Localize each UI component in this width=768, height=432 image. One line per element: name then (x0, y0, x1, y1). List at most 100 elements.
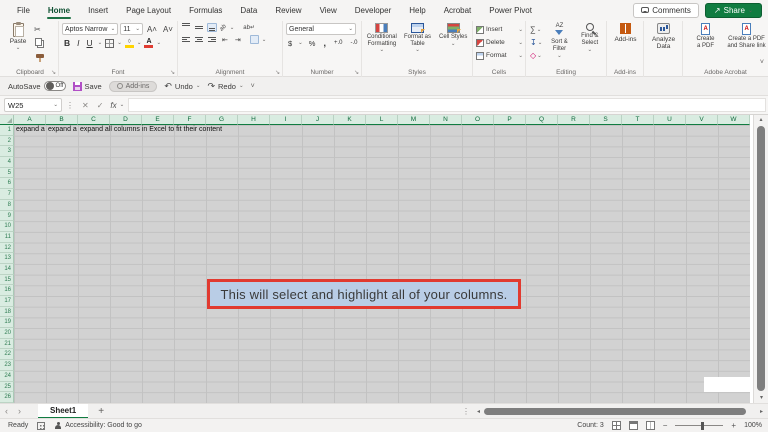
shrink-font-button[interactable]: A˅ (161, 25, 175, 34)
scroll-left-icon[interactable]: ◂ (474, 408, 483, 415)
comments-button[interactable]: Comments (633, 3, 699, 18)
active-cell-w25[interactable] (704, 377, 753, 392)
autosave-control[interactable]: AutoSave Off (8, 81, 66, 91)
merge-center-button[interactable] (250, 35, 259, 44)
column-header-e[interactable]: E (142, 115, 174, 125)
menu-tab-help[interactable]: Help (400, 0, 434, 20)
percent-style-button[interactable]: % (307, 39, 318, 48)
scroll-right-icon[interactable]: ▸ (757, 408, 766, 415)
redo-button[interactable]: ↷ Redo ⌄ (207, 81, 243, 92)
zoom-slider-thumb[interactable] (701, 422, 704, 430)
column-header-s[interactable]: S (590, 115, 622, 125)
format-cells-button[interactable]: Format ⌄ (476, 49, 523, 62)
row-header-21[interactable]: 21 (0, 339, 14, 350)
cell-b1[interactable]: expand al (46, 125, 77, 136)
row-header-25[interactable]: 25 (0, 382, 14, 393)
next-sheet-icon[interactable]: › (13, 406, 26, 416)
copy-button[interactable] (33, 36, 47, 49)
zoom-slider[interactable] (675, 425, 723, 426)
column-header-n[interactable]: N (430, 115, 462, 125)
row-header-5[interactable]: 5 (0, 168, 14, 179)
decrease-decimal-button[interactable]: -.0 (348, 40, 359, 46)
cell-a1[interactable]: expand al (14, 125, 45, 136)
addins-button[interactable]: Add-ins (610, 23, 641, 43)
clear-button[interactable]: ◇⌄ (529, 49, 543, 62)
row-header-24[interactable]: 24 (0, 371, 14, 382)
column-header-o[interactable]: O (462, 115, 494, 125)
insert-function-button[interactable]: fx (107, 101, 119, 110)
column-header-p[interactable]: P (494, 115, 526, 125)
wrap-text-button[interactable]: ab↵ (243, 24, 255, 31)
align-bottom-button[interactable] (207, 23, 217, 32)
scroll-down-icon[interactable]: ▾ (754, 393, 768, 403)
format-as-table-button[interactable]: Format as Table ⌄ (401, 23, 435, 67)
font-size-combo[interactable]: 11 ⌄ (120, 23, 143, 35)
align-left-button[interactable] (181, 35, 191, 44)
sheetbar-splitter[interactable]: ⋮ (458, 407, 474, 416)
save-button[interactable]: Save (73, 82, 102, 91)
clipboard-dialog-launcher[interactable]: ↘ (51, 70, 56, 76)
format-painter-button[interactable] (33, 49, 47, 62)
new-sheet-button[interactable]: + (88, 406, 114, 417)
underline-button[interactable]: U (85, 38, 95, 48)
row-header-11[interactable]: 11 (0, 232, 14, 243)
fill-color-button[interactable]: ◊ (125, 39, 134, 48)
column-header-d[interactable]: D (110, 115, 142, 125)
horizontal-scroll-thumb[interactable] (484, 408, 746, 415)
paste-button[interactable]: Paste ⌄ (5, 23, 31, 67)
bold-button[interactable]: B (62, 38, 72, 48)
page-layout-view-button[interactable] (629, 421, 638, 430)
row-header-12[interactable]: 12 (0, 243, 14, 254)
column-header-h[interactable]: H (238, 115, 270, 125)
row-header-13[interactable]: 13 (0, 253, 14, 264)
column-header-a[interactable]: A (14, 115, 46, 125)
column-header-w[interactable]: W (718, 115, 750, 125)
comma-style-button[interactable]: , (321, 38, 328, 48)
cell-c1[interactable]: expand all columns in Excel to fit their… (78, 125, 222, 136)
column-header-b[interactable]: B (46, 115, 78, 125)
row-header-26[interactable]: 26 (0, 392, 14, 403)
number-dialog-launcher[interactable]: ↘ (354, 70, 359, 76)
borders-button[interactable] (105, 39, 114, 48)
italic-button[interactable]: I (75, 38, 81, 48)
row-header-8[interactable]: 8 (0, 200, 14, 211)
collapse-ribbon-button[interactable]: ˅ (760, 59, 764, 66)
sheet-tab-sheet1[interactable]: Sheet1 (38, 404, 88, 419)
font-name-combo[interactable]: Aptos Narrow ⌄ (62, 23, 118, 35)
normal-view-button[interactable] (612, 421, 621, 430)
find-select-button[interactable]: Find & Select ⌄ (576, 23, 604, 67)
sort-filter-button[interactable]: AZ Sort & Filter ⌄ (545, 23, 573, 67)
align-right-button[interactable] (207, 35, 217, 44)
delete-cells-button[interactable]: Delete ⌄ (476, 36, 523, 49)
align-middle-button[interactable] (194, 23, 204, 32)
row-header-10[interactable]: 10 (0, 221, 14, 232)
menu-tab-data[interactable]: Data (231, 0, 266, 20)
row-header-14[interactable]: 14 (0, 264, 14, 275)
create-pdf-button[interactable]: Create a PDF (686, 23, 725, 67)
menu-tab-formulas[interactable]: Formulas (180, 0, 231, 20)
qat-addins-button[interactable]: Add-ins (109, 81, 158, 92)
prev-sheet-icon[interactable]: ‹ (0, 406, 13, 416)
column-header-m[interactable]: M (398, 115, 430, 125)
analyze-data-button[interactable]: Analyze Data (647, 23, 680, 51)
alignment-dialog-launcher[interactable]: ↘ (275, 70, 280, 76)
cell-styles-button[interactable]: Cell Styles ⌄ (436, 23, 470, 67)
accounting-format-button[interactable]: $ (286, 39, 294, 48)
row-header-2[interactable]: 2 (0, 136, 14, 147)
column-header-g[interactable]: G (206, 115, 238, 125)
column-header-r[interactable]: R (558, 115, 590, 125)
column-header-i[interactable]: I (270, 115, 302, 125)
column-header-j[interactable]: J (302, 115, 334, 125)
column-header-f[interactable]: F (174, 115, 206, 125)
vertical-scroll-thumb[interactable] (757, 126, 765, 391)
qat-customize-button[interactable]: ˅ (251, 83, 255, 90)
confirm-entry-button[interactable]: ✓ (93, 101, 108, 110)
row-header-18[interactable]: 18 (0, 307, 14, 318)
cancel-entry-button[interactable]: ✕ (78, 101, 93, 110)
vertical-scrollbar[interactable]: ▴ ▾ (753, 115, 768, 403)
decrease-indent-button[interactable]: ⇤ (220, 36, 230, 44)
menu-tab-insert[interactable]: Insert (79, 0, 117, 20)
row-header-16[interactable]: 16 (0, 285, 14, 296)
row-header-20[interactable]: 20 (0, 328, 14, 339)
column-header-c[interactable]: C (78, 115, 110, 125)
